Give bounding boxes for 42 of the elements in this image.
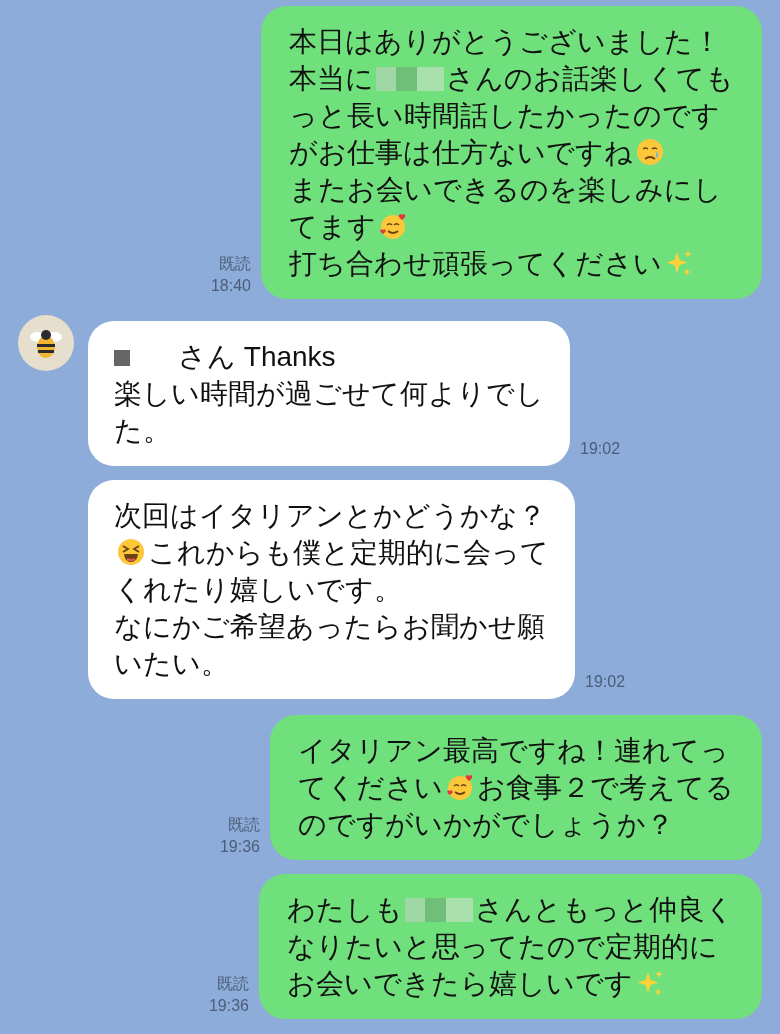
smiling-face-hearts-icon [445, 772, 475, 802]
message-text: 本日はありがとうございました！ [289, 26, 721, 57]
read-receipt: 既読 [228, 815, 260, 835]
redaction-mark [114, 350, 130, 366]
crying-face-icon [635, 137, 665, 167]
message-text: がお仕事は仕方ないですね [289, 137, 633, 168]
message-text: 楽しい時間が過ごせて何よりでし [114, 378, 544, 409]
smiling-face-hearts-icon [378, 211, 408, 241]
bee-avatar[interactable] [18, 315, 74, 371]
message-time: 18:40 [210, 276, 251, 296]
message-text: さんともっと仲良く [475, 894, 734, 925]
message-text: 打ち合わせ頑張ってください [289, 248, 662, 279]
message-text: くれたり嬉しいです。 [114, 574, 402, 605]
redaction-mark [405, 898, 473, 922]
message-text: 次回はイタリアンとかどうかな？ [114, 500, 546, 531]
read-receipt: 既読 [217, 974, 249, 994]
message-time: 19:36 [219, 837, 260, 857]
message-text: てください [298, 772, 443, 803]
message-text: さん Thanks [178, 341, 336, 372]
message-text: っと長い時間話したかったのです [289, 100, 720, 131]
laughing-face-icon [116, 537, 146, 567]
message-time: 19:02 [580, 439, 621, 459]
message-text: またお会いできるのを楽しみにし [289, 174, 722, 205]
message-text: さんのお話楽しくても [446, 63, 734, 94]
message-text: イタリアン最高ですね！連れてっ [298, 735, 729, 766]
sparkles-icon [664, 248, 694, 278]
message-text: わたしも [287, 894, 403, 925]
message-text: いたい。 [114, 648, 229, 679]
message-text: 本当に [289, 63, 374, 94]
message-text: これからも僕と定期的に会って [148, 537, 549, 568]
redaction-mark [376, 67, 444, 91]
message-time: 19:02 [585, 672, 626, 692]
read-receipt: 既読 [219, 254, 251, 274]
message-time: 19:36 [208, 996, 249, 1016]
message-text: お食事２で考えてる [477, 772, 734, 803]
message-text: お会いできたら嬉しいです [287, 968, 633, 999]
message-text: た。 [114, 415, 171, 446]
message-text: てます [289, 211, 376, 242]
message-text: なりたいと思ってたので定期的に [287, 931, 718, 962]
message-text: のですがいかがでしょうか？ [298, 809, 674, 840]
sparkles-icon [635, 968, 665, 998]
message-text: なにかご希望あったらお聞かせ願 [114, 611, 545, 642]
